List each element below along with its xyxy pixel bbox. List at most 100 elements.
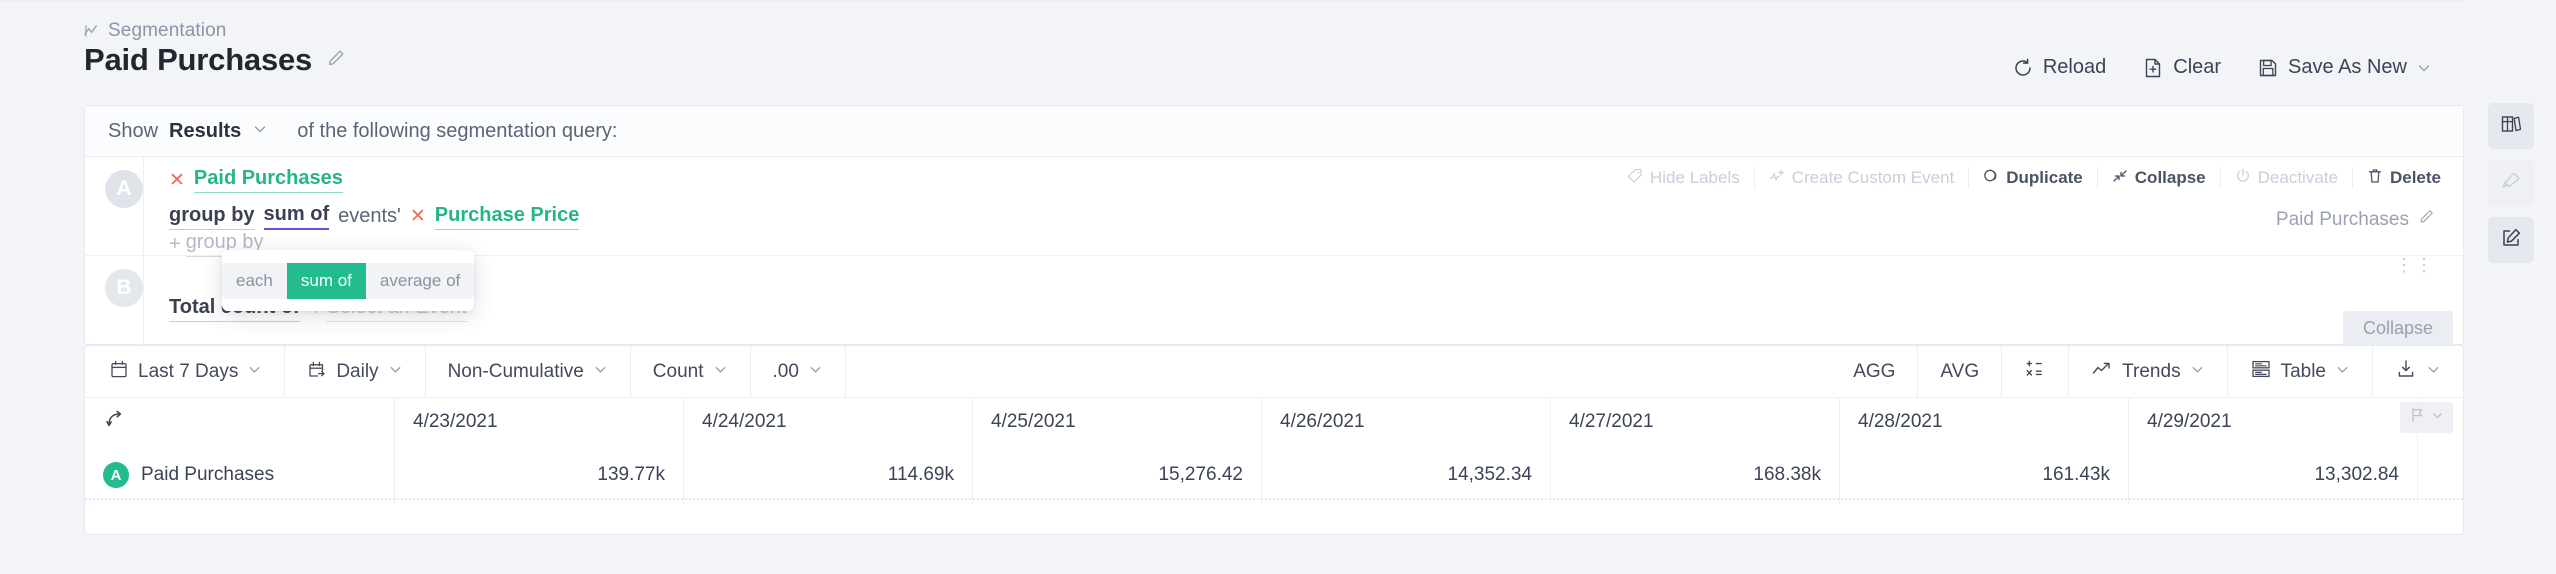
- show-results-bar: Show Results of the following segmentati…: [85, 106, 2463, 157]
- table-cell: 114.69k: [684, 446, 973, 504]
- row-label-text: Paid Purchases: [2275, 208, 2409, 230]
- delete-button[interactable]: Delete: [2353, 167, 2445, 189]
- table-column-header[interactable]: 4/29/2021: [2129, 398, 2418, 446]
- download-button[interactable]: [2373, 346, 2463, 397]
- row-divider: [143, 157, 144, 255]
- reload-label: Reload: [2042, 56, 2107, 78]
- table-column-header[interactable]: 4/27/2021: [1551, 398, 1840, 446]
- metric-selector[interactable]: Count: [631, 346, 751, 397]
- avg-button[interactable]: AVG: [1918, 346, 2003, 397]
- page-header: Segmentation Paid Purchases Reload Clear: [0, 0, 2556, 108]
- duplicate-label: Duplicate: [2006, 168, 2083, 187]
- group-by-line: group by sum of events' ✕ Purchase Price: [169, 203, 580, 230]
- segment-average-of[interactable]: average of: [366, 263, 474, 299]
- flag-icon: [2409, 407, 2425, 428]
- date-range-label: Last 7 Days: [138, 360, 239, 382]
- chart-line-icon: [84, 23, 101, 40]
- chevron-down-icon[interactable]: [2431, 409, 2444, 427]
- trends-selector[interactable]: Trends: [2069, 346, 2228, 397]
- agg-button[interactable]: AGG: [1831, 346, 1919, 397]
- header-actions: Reload Clear Save As New: [2012, 56, 2432, 79]
- granularity-selector[interactable]: Daily: [285, 346, 426, 397]
- show-prefix-label: Show: [108, 119, 159, 142]
- row-a-right-label[interactable]: Paid Purchases: [2276, 208, 2435, 231]
- table-column-header[interactable]: 4/26/2021: [1262, 398, 1551, 446]
- table-column-header[interactable]: 4/25/2021: [973, 398, 1262, 446]
- rail-button-explore[interactable]: [2488, 160, 2534, 206]
- chevron-down-icon[interactable]: [388, 361, 403, 383]
- chevron-down-icon[interactable]: [713, 361, 728, 383]
- app-root: Segmentation Paid Purchases Reload Clear: [0, 0, 2556, 574]
- save-as-new-label: Save As New: [2288, 56, 2407, 78]
- library-books-icon: [2499, 112, 2523, 141]
- aggregation-selector[interactable]: sum of: [263, 203, 330, 230]
- decimal-selector[interactable]: .00: [751, 346, 846, 397]
- table-column-header[interactable]: 4/24/2021: [684, 398, 973, 446]
- save-disk-icon: [2257, 57, 2279, 79]
- aggregation-segmented-control: each sum of average of: [222, 262, 474, 299]
- breadcrumb[interactable]: Segmentation: [84, 20, 226, 42]
- date-range-selector[interactable]: Last 7 Days: [85, 346, 286, 397]
- row-a-letter-col: A: [85, 157, 143, 255]
- chevron-down-icon[interactable]: [2426, 361, 2441, 383]
- cumulative-selector[interactable]: Non-Cumulative: [426, 346, 631, 397]
- table-column-header[interactable]: 4/28/2021: [1840, 398, 2129, 446]
- chevron-down-icon[interactable]: [2335, 361, 2350, 383]
- collapse-button[interactable]: Collapse: [2098, 167, 2221, 189]
- flag-menu-button[interactable]: [2400, 402, 2453, 433]
- formula-button[interactable]: [2002, 346, 2070, 397]
- event-line: ✕ Paid Purchases: [169, 167, 343, 193]
- row-divider: [143, 256, 144, 345]
- pencil-icon[interactable]: [2418, 208, 2435, 231]
- row-b-letter-col: B: [85, 256, 143, 345]
- file-plus-icon: [2142, 57, 2164, 79]
- granularity-label: Daily: [336, 360, 379, 382]
- collapse-label: Collapse: [2134, 168, 2206, 187]
- table-cell: 13,302.84: [2129, 446, 2418, 504]
- table-view-selector[interactable]: Table: [2228, 346, 2373, 397]
- plus-icon: +: [169, 232, 181, 255]
- reload-button[interactable]: Reload: [2012, 56, 2106, 79]
- deactivate-button[interactable]: Deactivate: [2221, 167, 2353, 189]
- edit-square-icon: [2499, 226, 2523, 255]
- chevron-down-icon[interactable]: [2416, 60, 2432, 76]
- agg-label: AGG: [1853, 360, 1896, 382]
- clear-button[interactable]: Clear: [2142, 56, 2221, 79]
- sort-header-cell[interactable]: [85, 398, 395, 446]
- delete-label: Delete: [2389, 168, 2441, 187]
- custom-event-icon: [1769, 168, 1785, 189]
- segment-sum-of[interactable]: sum of: [286, 262, 366, 299]
- rail-button-annotate[interactable]: [2488, 217, 2534, 263]
- event-name[interactable]: Paid Purchases: [193, 167, 343, 193]
- table-column-header[interactable]: 4/23/2021: [395, 398, 684, 446]
- group-by-label[interactable]: group by: [169, 204, 255, 230]
- deactivate-label: Deactivate: [2257, 168, 2338, 187]
- reload-icon: [2012, 57, 2034, 79]
- chevron-down-icon[interactable]: [2190, 361, 2205, 383]
- chevron-down-icon[interactable]: [247, 361, 262, 383]
- show-value[interactable]: Results: [169, 120, 241, 143]
- close-x-icon[interactable]: ✕: [410, 207, 426, 226]
- duplicate-icon: [1983, 168, 1999, 189]
- rail-button-library[interactable]: [2488, 103, 2534, 149]
- sort-arrow-icon[interactable]: [103, 407, 127, 437]
- create-custom-event-button[interactable]: Create Custom Event: [1755, 167, 1970, 189]
- duplicate-button[interactable]: Duplicate: [1969, 167, 2098, 189]
- save-as-new-button[interactable]: Save As New: [2257, 56, 2432, 79]
- results-card: Last 7 Days Daily Non-Cumulative Count .…: [84, 345, 2464, 535]
- collapse-arrows-icon: [2112, 168, 2128, 189]
- collapse-pill[interactable]: Collapse: [2342, 311, 2453, 346]
- chevron-down-icon[interactable]: [252, 120, 268, 143]
- table-row-label-cell[interactable]: A Paid Purchases: [85, 446, 395, 504]
- property-name[interactable]: Purchase Price: [434, 204, 580, 230]
- chevron-down-icon[interactable]: [593, 361, 608, 383]
- title-row: Paid Purchases: [84, 42, 346, 78]
- create-custom-event-label: Create Custom Event: [1791, 168, 1955, 187]
- close-x-icon[interactable]: ✕: [169, 171, 185, 190]
- segment-each[interactable]: each: [222, 263, 287, 299]
- hide-labels-button[interactable]: Hide Labels: [1613, 167, 1755, 189]
- chevron-down-icon[interactable]: [808, 361, 823, 383]
- pencil-icon[interactable]: [326, 48, 346, 73]
- clear-label: Clear: [2173, 56, 2222, 78]
